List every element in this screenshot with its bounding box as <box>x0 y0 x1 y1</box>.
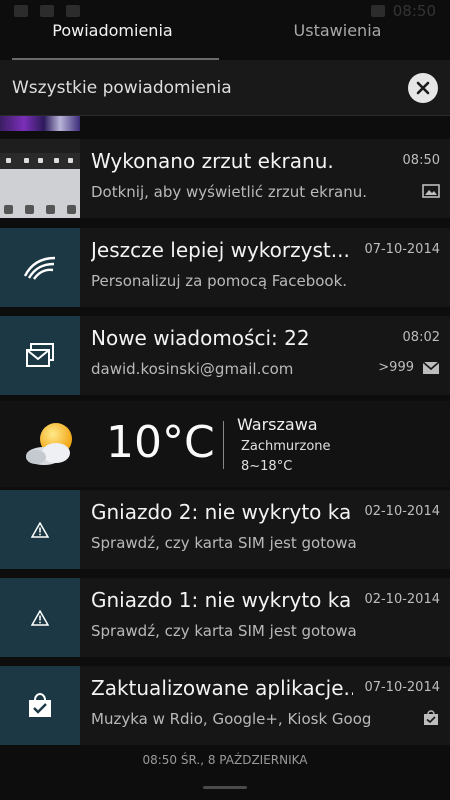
notification-title: Jeszcze lepiej wykorzyst... <box>91 238 350 262</box>
tab-notifications[interactable]: Powiadomienia <box>0 0 225 60</box>
header-title: Wszystkie powiadomienia <box>12 77 232 98</box>
weather-widget[interactable]: 10°C Warszawa Zachmurzone 8~18°C <box>0 401 450 487</box>
notification-text: Muzyka w Rdio, Google+, Kiosk Google... <box>91 710 371 728</box>
app-icon-tile <box>0 490 80 569</box>
footer-datetime: 08:50 ŚR., 8 PAŹDZIERNIKA <box>0 745 450 775</box>
notification-text: dawid.kosinski@gmail.com <box>91 360 294 378</box>
mail-stack-icon <box>26 342 54 367</box>
notification-time: 08:02 <box>402 330 440 345</box>
tab-label: Ustawienia <box>293 20 382 40</box>
weather-temperature: 10°C <box>106 417 215 468</box>
notification-text: Personalizuj za pomocą Facebook. <box>91 272 348 290</box>
notifications-header: Wszystkie powiadomienia <box>0 60 450 116</box>
notification-meta <box>422 183 440 199</box>
notification-title: Gniazdo 2: nie wykryto ka... <box>91 500 353 524</box>
notification-swiftkey[interactable]: Jeszcze lepiej wykorzyst... Personalizuj… <box>0 228 450 307</box>
app-icon-tile <box>0 666 80 745</box>
notification-text: Sprawdź, czy karta SIM jest gotowa <box>91 622 357 640</box>
notification-time: 07-10-2014 <box>364 680 440 695</box>
partial-notification-thumbnail <box>0 116 80 131</box>
notification-screenshot[interactable]: Wykonano zrzut ekranu. Dotknij, aby wyśw… <box>0 139 450 218</box>
notification-title: Wykonano zrzut ekranu. <box>91 149 334 173</box>
partly-cloudy-icon <box>26 423 72 465</box>
notification-time: 07-10-2014 <box>364 242 440 257</box>
notification-time: 02-10-2014 <box>364 592 440 607</box>
store-check-icon <box>29 692 51 717</box>
unread-count: >999 <box>378 360 414 375</box>
tab-settings[interactable]: Ustawienia <box>225 0 450 60</box>
weather-condition: Zachmurzone <box>241 439 331 454</box>
notification-title: Zaktualizowane aplikacje... <box>91 676 353 700</box>
weather-range: 8~18°C <box>241 459 293 474</box>
notification-meta <box>422 710 440 726</box>
mail-icon <box>422 360 440 374</box>
drag-handle[interactable] <box>203 786 247 789</box>
clear-all-button[interactable] <box>408 72 438 103</box>
notification-time: 02-10-2014 <box>364 504 440 519</box>
tab-label: Powiadomienia <box>52 20 173 40</box>
footer-datetime-text: 08:50 ŚR., 8 PAŹDZIERNIKA <box>142 753 308 767</box>
notification-sim-1[interactable]: Gniazdo 1: nie wykryto ka... Sprawdź, cz… <box>0 578 450 657</box>
image-icon <box>422 184 440 198</box>
notification-sim-2[interactable]: Gniazdo 2: nie wykryto ka... Sprawdź, cz… <box>0 490 450 569</box>
notification-title: Gniazdo 1: nie wykryto ka... <box>91 588 353 612</box>
swiftkey-icon <box>23 256 56 280</box>
screenshot-thumbnail <box>0 139 80 218</box>
notification-text: Sprawdź, czy karta SIM jest gotowa <box>91 534 357 552</box>
notification-meta: >999 <box>378 360 440 375</box>
app-icon-tile <box>0 316 80 395</box>
notification-text: Dotknij, aby wyświetlić zrzut ekranu. <box>91 183 368 201</box>
notification-time: 08:50 <box>402 153 440 168</box>
weather-divider <box>223 421 224 469</box>
notification-mail[interactable]: Nowe wiadomości: 22 dawid.kosinski@gmail… <box>0 316 450 395</box>
tab-bar: Powiadomienia Ustawienia <box>0 0 450 60</box>
close-icon <box>416 81 430 94</box>
bag-check-icon <box>424 710 438 725</box>
warning-icon <box>31 609 49 626</box>
app-icon-tile <box>0 578 80 657</box>
notification-updated-apps[interactable]: Zaktualizowane aplikacje... Muzyka w Rdi… <box>0 666 450 745</box>
warning-icon <box>31 521 49 538</box>
app-icon-tile <box>0 228 80 307</box>
notification-title: Nowe wiadomości: 22 <box>91 326 310 350</box>
weather-city: Warszawa <box>237 415 318 434</box>
